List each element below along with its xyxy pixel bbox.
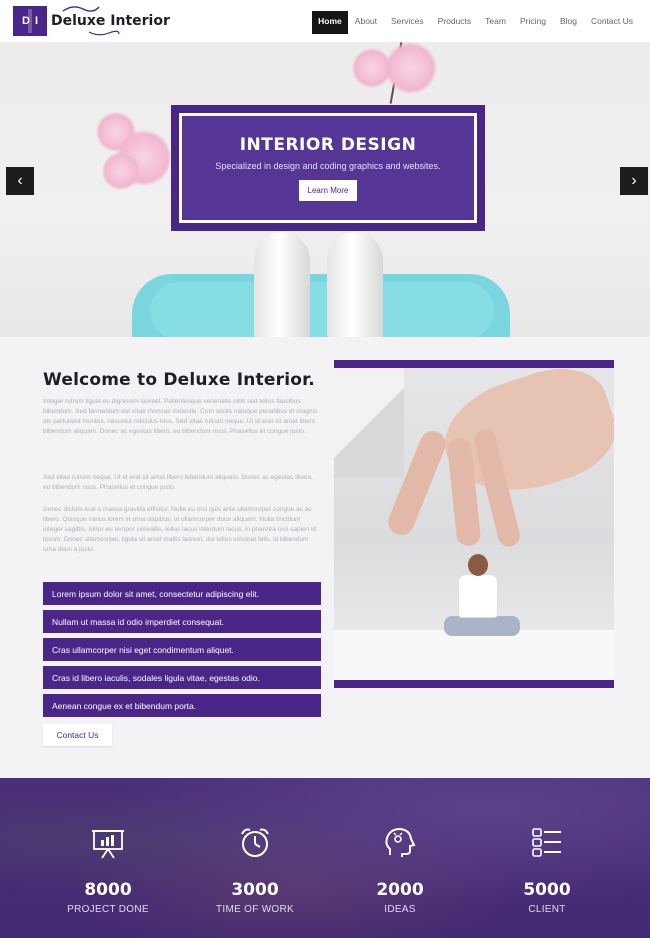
feature-list-item: Nullam ut massa id odio imperdiet conseq… [43, 610, 321, 633]
hero-title: INTERIOR DESIGN [239, 135, 417, 155]
slider-next-button[interactable]: › [620, 167, 648, 195]
nav-blog[interactable]: Blog [553, 11, 584, 31]
feature-list-item: Cras ullamcorper nisi eget condimentum a… [43, 638, 321, 661]
nav-team[interactable]: Team [478, 11, 513, 31]
slider-prev-button[interactable]: ‹ [6, 167, 34, 195]
hero-vase-image [327, 232, 383, 337]
brand-name-wrap: Deluxe Interior [51, 6, 170, 36]
learn-more-button[interactable]: Learn More [298, 180, 358, 201]
person-image [458, 574, 498, 618]
welcome-photo [334, 368, 614, 680]
stat-label: IDEAS [384, 904, 416, 915]
blossom-image [102, 152, 140, 190]
feature-list: Lorem ipsum dolor sit amet, consectetur … [43, 582, 321, 722]
chevron-left-icon: ‹ [17, 172, 23, 189]
feature-list-item: Aenean congue ex et bibendum porta. [43, 694, 321, 717]
feature-list-item: Lorem ipsum dolor sit amet, consectetur … [43, 582, 321, 605]
hero-vase-image [254, 232, 310, 337]
stat-item: 8000 PROJECT DONE [48, 824, 168, 915]
stat-label: CLIENT [528, 904, 566, 915]
nav-home[interactable]: Home [312, 11, 348, 34]
person-image [444, 616, 520, 636]
logo-initial-i: I [34, 15, 38, 27]
brand-name: Deluxe Interior [51, 13, 170, 29]
hero-slider: INTERIOR DESIGN Specialized in design an… [0, 42, 650, 337]
ceiling-beam-image [334, 368, 404, 478]
welcome-paragraph: Sed vitae rutrum neque. Ut id erat sit a… [43, 474, 313, 491]
stat-label: PROJECT DONE [67, 904, 149, 915]
checklist-icon [528, 824, 566, 862]
stat-item: 2000 IDEAS [340, 824, 460, 915]
stat-number: 5000 [523, 880, 571, 900]
welcome-paragraph: Donec dictum erat a massa gravida effici… [43, 506, 317, 553]
stat-number: 3000 [231, 880, 279, 900]
stat-number: 2000 [376, 880, 424, 900]
nav-about[interactable]: About [348, 11, 384, 31]
swoosh-icon [62, 6, 100, 12]
bed-image [334, 630, 614, 680]
stat-number: 8000 [84, 880, 132, 900]
stat-label: TIME OF WORK [215, 904, 295, 915]
welcome-photo-frame [334, 360, 614, 688]
blossom-image [385, 42, 437, 94]
nav-products[interactable]: Products [431, 11, 479, 31]
chevron-right-icon: › [631, 172, 637, 189]
nav-pricing[interactable]: Pricing [513, 11, 553, 31]
hero-caption-inner: INTERIOR DESIGN Specialized in design an… [179, 113, 477, 223]
feature-list-item: Cras id libero iaculis, sodales ligula v… [43, 666, 321, 689]
welcome-section: Welcome to Deluxe Interior. Integer rutr… [0, 337, 650, 778]
presentation-chart-icon [89, 824, 127, 862]
alarm-clock-icon [236, 824, 274, 862]
head-ideas-icon [381, 824, 419, 862]
hero-subtitle: Specialized in design and coding graphic… [215, 161, 441, 171]
logo-mark: D I [13, 6, 47, 36]
person-image [468, 554, 488, 576]
contact-us-button[interactable]: Contact Us [43, 724, 112, 746]
swoosh-icon [88, 30, 120, 36]
hero-caption-box: INTERIOR DESIGN Specialized in design an… [171, 105, 485, 231]
welcome-paragraph: Integer rutrum ligula eu dignissim laore… [43, 398, 318, 435]
hero-chair-highlight [150, 282, 494, 337]
stat-item: 3000 TIME OF WORK [195, 824, 315, 915]
stat-item: 5000 CLIENT [487, 824, 607, 915]
main-menu: Home About Services Products Team Pricin… [312, 11, 640, 34]
welcome-title: Welcome to Deluxe Interior. [43, 370, 315, 390]
nav-contact-us[interactable]: Contact Us [584, 11, 640, 31]
nav-services[interactable]: Services [384, 11, 431, 31]
brand-logo[interactable]: D I Deluxe Interior [13, 6, 170, 36]
top-navbar: D I Deluxe Interior Home About Services … [0, 0, 650, 42]
logo-initial-d: D [21, 15, 30, 27]
stats-section: 8000 PROJECT DONE 3000 TIME OF WORK 2000… [0, 778, 650, 938]
